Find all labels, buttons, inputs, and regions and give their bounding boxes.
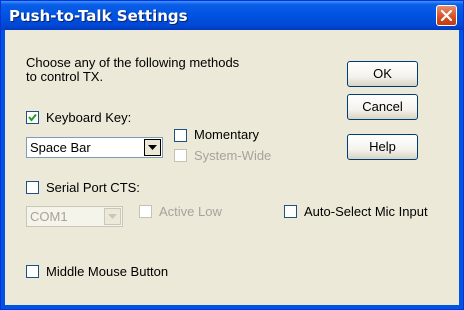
cancel-button[interactable]: Cancel <box>347 94 418 120</box>
middle-mouse-button-checkbox[interactable] <box>26 265 39 278</box>
serial-port-dropdown-button <box>104 208 121 225</box>
title-bar[interactable]: Push-to-Talk Settings <box>1 1 463 30</box>
keyboard-key-select[interactable]: Space Bar <box>26 137 163 158</box>
close-button[interactable] <box>436 5 457 26</box>
window-frame-left <box>1 30 5 309</box>
middle-mouse-button-label: Middle Mouse Button <box>46 264 169 279</box>
auto-select-mic-label: Auto-Select Mic Input <box>304 204 428 219</box>
instruction-line-1: Choose any of the following methods <box>26 55 240 70</box>
window-frame-right <box>459 30 463 309</box>
window-title: Push-to-Talk Settings <box>9 7 188 25</box>
close-icon <box>441 10 452 21</box>
keyboard-key-label: Keyboard Key: <box>46 110 132 125</box>
dropdown-arrow-icon <box>108 214 117 219</box>
momentary-checkbox[interactable] <box>174 129 187 142</box>
keyboard-key-value: Space Bar <box>30 140 91 155</box>
help-button[interactable]: Help <box>347 134 418 160</box>
push-to-talk-dialog: Push-to-Talk Settings Choose any of the … <box>0 0 464 310</box>
active-low-label: Active Low <box>159 204 222 219</box>
instruction-line-2: to control TX. <box>26 69 104 84</box>
system-wide-label: System-Wide <box>194 148 272 163</box>
window-frame-bottom <box>1 305 463 309</box>
momentary-label: Momentary <box>194 127 260 142</box>
serial-port-cts-checkbox[interactable] <box>26 181 39 194</box>
checkmark-icon <box>28 113 37 122</box>
serial-port-value: COM1 <box>30 209 68 224</box>
serial-port-cts-label: Serial Port CTS: <box>46 180 140 195</box>
dropdown-arrow-icon <box>148 145 157 150</box>
keyboard-key-dropdown-button[interactable] <box>144 139 161 156</box>
keyboard-key-checkbox[interactable] <box>26 111 39 124</box>
ok-button[interactable]: OK <box>347 61 418 87</box>
auto-select-mic-checkbox[interactable] <box>284 205 297 218</box>
serial-port-select: COM1 <box>26 206 123 227</box>
active-low-checkbox <box>139 205 152 218</box>
system-wide-checkbox <box>174 149 187 162</box>
